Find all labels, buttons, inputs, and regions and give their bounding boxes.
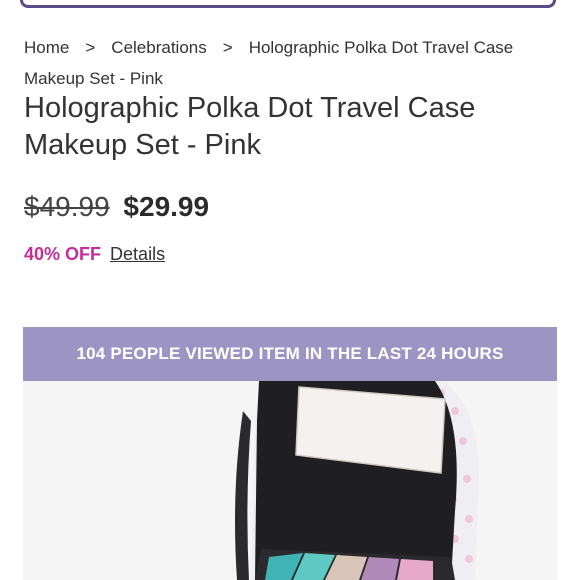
- viewed-count-banner: 104 PEOPLE VIEWED ITEM IN THE LAST 24 HO…: [23, 327, 557, 381]
- breadcrumb: Home > Celebrations > Holographic Polka Dot …: [24, 32, 556, 94]
- price-row: $49.99 $29.99: [24, 188, 209, 226]
- product-image[interactable]: [23, 381, 557, 580]
- product-title: Holographic Polka Dot Travel Case Makeup…: [24, 92, 476, 161]
- breadcrumb-separator: >: [85, 38, 96, 57]
- discount-row: 40% OFF Details: [24, 242, 165, 266]
- sale-price: $29.99: [123, 191, 210, 222]
- search-bar[interactable]: [20, 0, 556, 8]
- product-page: Home > Celebrations > Holographic Polka Dot …: [0, 0, 580, 580]
- makeup-case-photo: [23, 381, 557, 580]
- breadcrumb-separator: >: [222, 38, 233, 57]
- breadcrumb-category-link[interactable]: Celebrations: [111, 38, 206, 57]
- discount-label: 40% OFF: [24, 244, 102, 264]
- breadcrumb-home-link[interactable]: Home: [24, 38, 69, 57]
- details-link[interactable]: Details: [110, 244, 165, 264]
- original-price: $49.99: [24, 191, 110, 222]
